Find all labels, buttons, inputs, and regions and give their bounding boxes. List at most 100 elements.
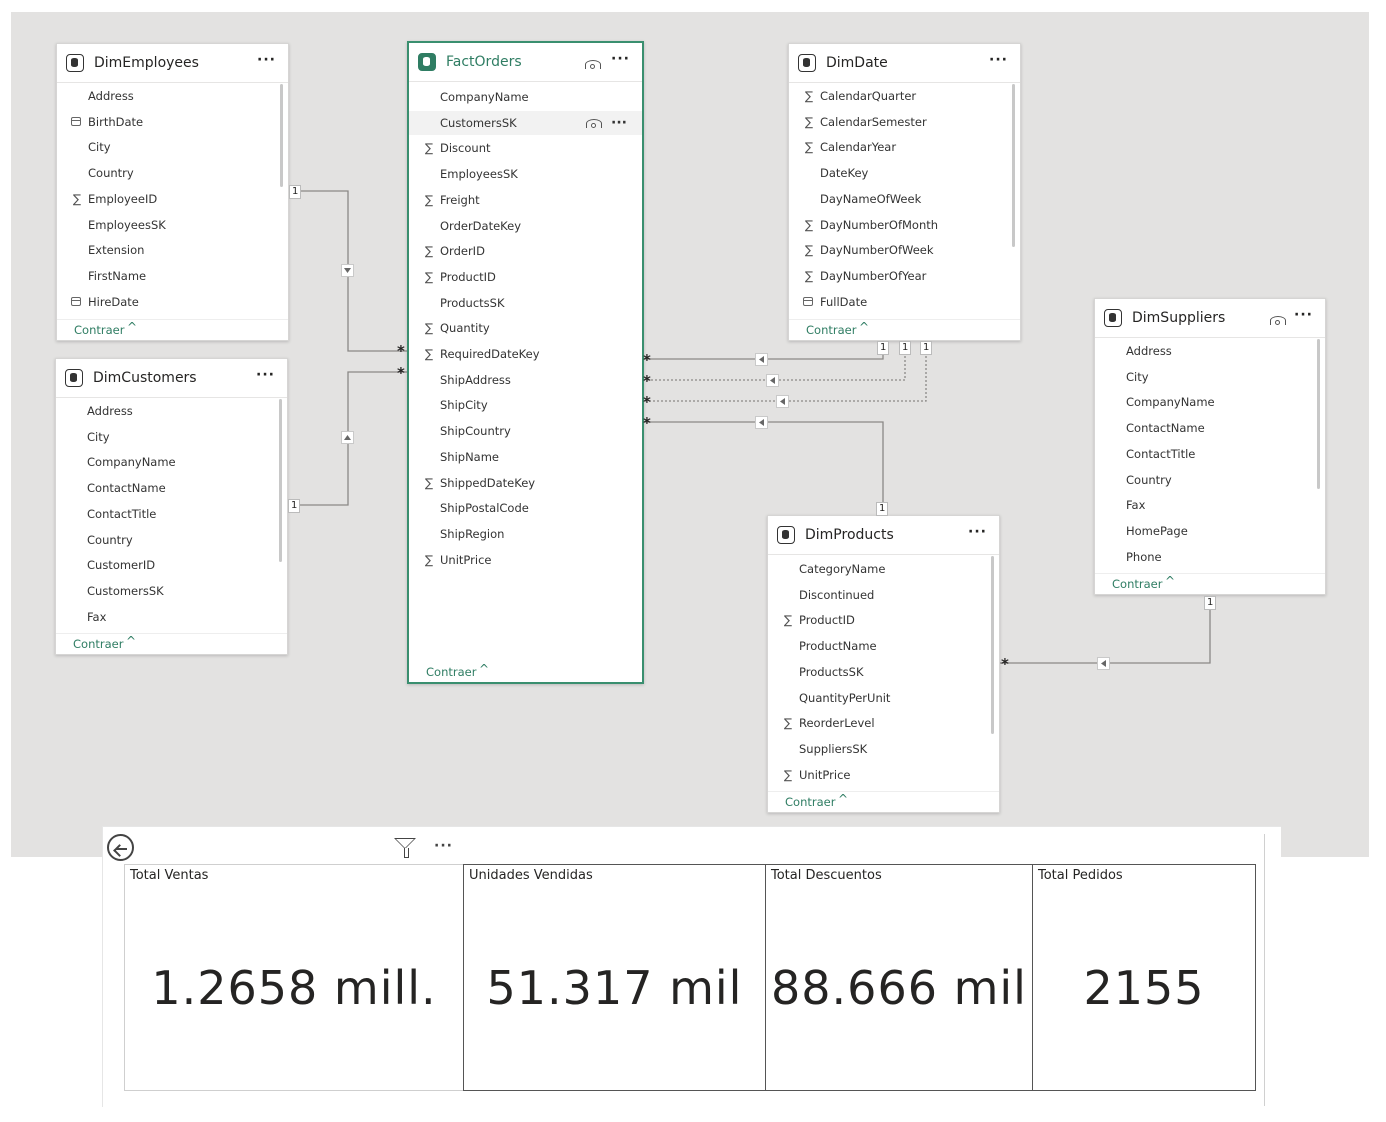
scrollbar[interactable]	[991, 556, 994, 734]
more-options-icon[interactable]: ···	[1294, 307, 1313, 323]
field-row[interactable]: ∑ CalendarYear	[789, 135, 1020, 159]
kpi-card-unidades-vendidas[interactable]: Unidades Vendidas 51.317 mil	[463, 864, 766, 1091]
field-row[interactable]: ∑ Discount	[409, 136, 642, 160]
more-options-icon[interactable]: ···	[611, 51, 630, 67]
chevron-up-icon[interactable]: ^	[479, 662, 489, 676]
field-row[interactable]: CustomersSK	[56, 579, 287, 603]
kpi-card-total-descuentos[interactable]: Total Descuentos 88.666 mil	[765, 864, 1033, 1091]
field-row[interactable]: ∑ DayNumberOfYear	[789, 264, 1020, 288]
field-row[interactable]: Address	[1095, 339, 1325, 363]
field-row[interactable]: ProductName	[768, 634, 999, 658]
field-row[interactable]: FirstName	[57, 264, 288, 288]
field-row[interactable]: ContactName	[1095, 416, 1325, 440]
more-options-icon[interactable]: ···	[256, 367, 275, 383]
field-row[interactable]: Extension	[57, 238, 288, 262]
field-row[interactable]: Address	[56, 399, 287, 423]
field-row[interactable]: Country	[56, 528, 287, 552]
chevron-up-icon[interactable]: ^	[1165, 574, 1175, 588]
field-row[interactable]: ShipPostalCode	[409, 496, 642, 520]
table-card-dimdate[interactable]: DimDate ··· ∑ CalendarQuarter ∑ CalendarSem…	[788, 43, 1021, 341]
collapse-button[interactable]: Contraer	[785, 795, 835, 809]
field-row[interactable]: DateKey	[789, 161, 1020, 185]
field-row[interactable]: BirthDate	[57, 110, 288, 134]
field-row[interactable]: ∑ OrderID	[409, 239, 642, 263]
field-row[interactable]: Fax	[1095, 493, 1325, 517]
field-row[interactable]: OrderDateKey	[409, 214, 642, 238]
collapse-button[interactable]: Contraer	[806, 323, 856, 337]
scrollbar[interactable]	[280, 84, 283, 187]
eye-icon[interactable]	[1270, 316, 1286, 325]
field-row[interactable]: City	[1095, 365, 1325, 389]
field-row[interactable]: CompanyName	[1095, 390, 1325, 414]
table-card-dimsuppliers[interactable]: DimSuppliers ··· Address City CompanyName C…	[1094, 298, 1326, 595]
field-row[interactable]: City	[56, 425, 287, 449]
eye-icon[interactable]	[586, 118, 602, 128]
field-row[interactable]: ∑ ShippedDateKey	[409, 471, 642, 495]
table-header[interactable]: DimSuppliers ···	[1095, 299, 1325, 338]
field-row[interactable]: Discontinued	[768, 583, 999, 607]
field-row[interactable]: ShipRegion	[409, 522, 642, 546]
field-row[interactable]: FullDate	[789, 290, 1020, 314]
field-row[interactable]: ShipAddress	[409, 368, 642, 392]
kpi-card-total-ventas[interactable]: Total Ventas 1.2658 mill.	[124, 864, 463, 1091]
field-row[interactable]: ∑ CalendarSemester	[789, 110, 1020, 134]
filter-icon[interactable]	[394, 838, 416, 858]
collapse-button[interactable]: Contraer	[1112, 577, 1162, 591]
table-header[interactable]: DimProducts ···	[768, 516, 999, 555]
more-options-icon[interactable]: ···	[968, 524, 987, 540]
field-row[interactable]: ProductsSK	[409, 291, 642, 315]
field-row[interactable]: ∑ ProductID	[768, 608, 999, 632]
field-row[interactable]: CategoryName	[768, 557, 999, 581]
collapse-button[interactable]: Contraer	[73, 637, 123, 651]
field-row[interactable]: ∑ EmployeeID	[57, 187, 288, 211]
field-row[interactable]: ∑ Freight	[409, 188, 642, 212]
collapse-button[interactable]: Contraer	[426, 665, 476, 679]
field-row[interactable]: ∑ DayNumberOfWeek	[789, 238, 1020, 262]
field-row[interactable]: ∑ ProductID	[409, 265, 642, 289]
field-row[interactable]: DayNameOfWeek	[789, 187, 1020, 211]
chevron-up-icon[interactable]: ^	[859, 320, 869, 334]
field-row[interactable]: ShipCountry	[409, 419, 642, 443]
table-header[interactable]: DimEmployees ···	[57, 44, 288, 83]
field-row[interactable]: CustomersSK ···	[409, 110, 642, 135]
field-row[interactable]: City	[57, 135, 288, 159]
table-header[interactable]: DimCustomers ···	[56, 359, 287, 398]
more-options-icon[interactable]: ···	[989, 52, 1008, 68]
field-row[interactable]: ∑ Quantity	[409, 316, 642, 340]
field-row[interactable]: ∑ RequiredDateKey	[409, 342, 642, 366]
scrollbar[interactable]	[1317, 339, 1320, 489]
scrollbar[interactable]	[1012, 84, 1015, 247]
eye-icon[interactable]	[585, 60, 601, 69]
field-row[interactable]: CompanyName	[56, 450, 287, 474]
field-row[interactable]: Country	[57, 161, 288, 185]
table-header[interactable]: FactOrders ···	[409, 43, 642, 82]
field-row[interactable]: ∑ DayNumberOfMonth	[789, 213, 1020, 237]
field-row[interactable]: Country	[1095, 468, 1325, 492]
field-row[interactable]: ∑ ReorderLevel	[768, 711, 999, 735]
field-row[interactable]: HireDate	[57, 290, 288, 314]
table-card-dimcustomers[interactable]: DimCustomers ··· Address City CompanyName C…	[55, 358, 288, 655]
field-row[interactable]: CompanyName	[409, 85, 642, 109]
field-row[interactable]: Fax	[56, 605, 287, 629]
more-options-icon[interactable]: ···	[611, 111, 627, 135]
field-row[interactable]: EmployeesSK	[409, 162, 642, 186]
field-row[interactable]: Phone	[1095, 545, 1325, 569]
field-row[interactable]: EmployeesSK	[57, 213, 288, 237]
back-arrow-icon[interactable]	[107, 834, 134, 861]
field-row[interactable]: ∑ UnitPrice	[409, 548, 642, 572]
field-row[interactable]: ShipCity	[409, 393, 642, 417]
chevron-up-icon[interactable]: ^	[127, 320, 137, 334]
more-options-icon[interactable]: ···	[257, 52, 276, 68]
field-row[interactable]: QuantityPerUnit	[768, 686, 999, 710]
field-row[interactable]: ContactTitle	[56, 502, 287, 526]
field-row[interactable]: ContactName	[56, 476, 287, 500]
field-row[interactable]: CustomerID	[56, 553, 287, 577]
field-row[interactable]: ∑ UnitPrice	[768, 763, 999, 787]
table-card-dimemployees[interactable]: DimEmployees ··· Address BirthDate City Cou…	[56, 43, 289, 341]
field-row[interactable]: ShipName	[409, 445, 642, 469]
table-card-factorders[interactable]: FactOrders ··· CompanyName CustomersSK ···…	[407, 41, 644, 684]
chevron-up-icon[interactable]: ^	[838, 792, 848, 806]
kpi-card-total-pedidos[interactable]: Total Pedidos 2155	[1032, 864, 1256, 1091]
chevron-up-icon[interactable]: ^	[126, 634, 136, 648]
table-header[interactable]: DimDate ···	[789, 44, 1020, 83]
